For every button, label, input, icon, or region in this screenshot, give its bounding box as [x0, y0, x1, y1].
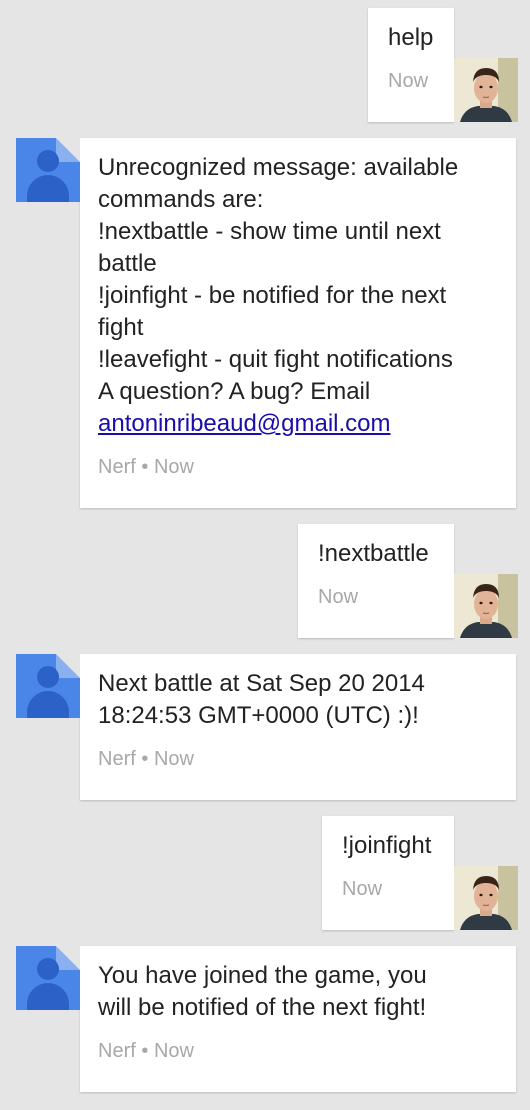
message-bubble: help Now	[368, 8, 466, 122]
user-avatar	[454, 574, 518, 638]
message-text: You have joined the game, you will be no…	[98, 960, 496, 1024]
message-text: !joinfight	[342, 832, 432, 859]
message-time: Now	[342, 878, 383, 900]
message-line: A question? A bug? Email	[98, 378, 371, 405]
message-bubble: !nextbattle Now	[298, 524, 466, 638]
message-text: !nextbattle	[318, 540, 429, 567]
message-time: Now	[388, 70, 429, 92]
message-bubble: Unrecognized message: available commands…	[80, 138, 516, 508]
message-line: You have joined the game, you	[98, 962, 427, 989]
message-line: !joinfight - be notified for the next	[98, 282, 447, 309]
message-time: Now	[153, 1040, 194, 1062]
message-line: !leavefight - quit fight notifications	[98, 346, 453, 373]
message-bubble: !joinfight Now	[322, 816, 466, 930]
message-time: Now	[318, 586, 359, 608]
message-meta: Nerf • Now	[98, 456, 496, 479]
message-text: help	[388, 24, 434, 51]
message-line: Next battle at Sat Sep 20 2014	[98, 670, 425, 697]
separator-dot: •	[141, 456, 149, 478]
person-icon	[16, 654, 80, 718]
person-icon	[16, 138, 80, 202]
message-line: fight	[98, 314, 144, 341]
message-line: !nextbattle - show time until next	[98, 218, 441, 245]
sender-name: Nerf	[98, 456, 136, 478]
message-bubble: Next battle at Sat Sep 20 2014 18:24:53 …	[80, 654, 516, 800]
message-line: battle	[98, 250, 157, 277]
message-time: Now	[153, 748, 194, 770]
sender-name: Nerf	[98, 748, 136, 770]
message-line: Unrecognized message: available	[98, 154, 459, 181]
message-line: 18:24:53 GMT+0000 (UTC) :)!	[98, 702, 419, 729]
email-link[interactable]: antoninribeaud@gmail.com	[98, 410, 391, 437]
sender-name: Nerf	[98, 1040, 136, 1062]
message-meta: Nerf • Now	[98, 748, 496, 771]
message-meta: Nerf • Now	[98, 1040, 496, 1063]
separator-dot: •	[141, 748, 149, 770]
message-line: commands are:	[98, 186, 264, 213]
message-line: will be notified of the next fight!	[98, 994, 427, 1021]
message-time: Now	[153, 456, 194, 478]
message-text: Unrecognized message: available commands…	[98, 152, 496, 440]
separator-dot: •	[141, 1040, 149, 1062]
user-avatar	[454, 866, 518, 930]
person-icon	[16, 946, 80, 1010]
user-avatar	[454, 58, 518, 122]
message-text: Next battle at Sat Sep 20 2014 18:24:53 …	[98, 668, 496, 732]
message-bubble: You have joined the game, you will be no…	[80, 946, 516, 1092]
